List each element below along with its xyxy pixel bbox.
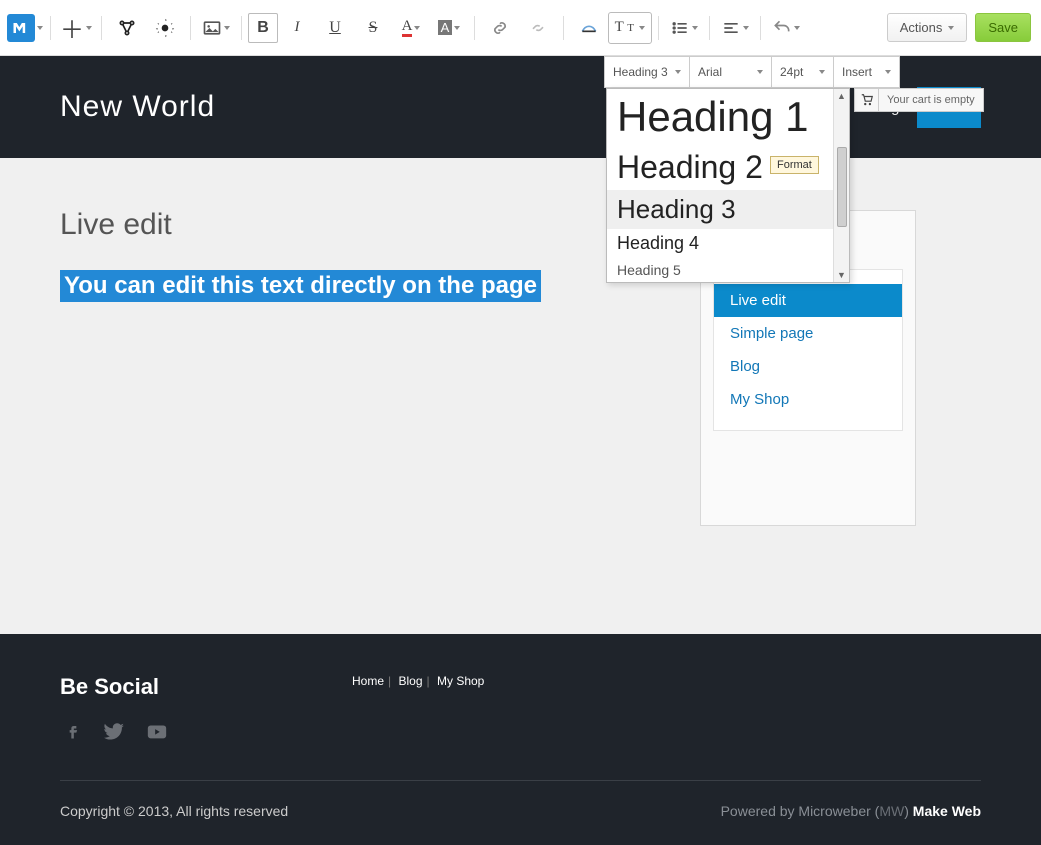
separator [241, 16, 242, 40]
footer-row: Copyright © 2013, All rights reserved Po… [60, 803, 981, 819]
modules-button[interactable] [108, 9, 146, 47]
scroll-down-icon[interactable]: ▼ [837, 270, 846, 280]
image-button[interactable] [197, 9, 235, 47]
chevron-down-icon [819, 70, 825, 74]
toolbar-right: Actions Save [887, 13, 1035, 42]
bold-button[interactable]: B [248, 13, 278, 43]
chevron-down-icon [794, 26, 800, 30]
cart-icon [855, 89, 879, 111]
scroll-thumb[interactable] [837, 147, 847, 227]
bg-color-button[interactable]: A [430, 9, 468, 47]
make-web-link[interactable]: Make Web [913, 803, 981, 819]
cart-widget[interactable]: Your cart is empty [854, 88, 984, 112]
link-button[interactable] [481, 9, 519, 47]
separator [474, 16, 475, 40]
footer-divider [60, 780, 981, 781]
format-subbar: Heading 3 Arial 24pt Insert [604, 56, 900, 88]
chevron-down-icon [86, 26, 92, 30]
sidebar-menu: Live edit Simple page Blog My Shop [713, 269, 903, 431]
panel-scrollbar[interactable]: ▲ ▼ [833, 89, 849, 282]
separator [50, 16, 51, 40]
paragraph-format-select[interactable]: Heading 3 [604, 56, 690, 88]
insert-value: Insert [842, 65, 872, 79]
microweber-logo-icon [7, 14, 35, 42]
format-option-h5[interactable]: Heading 5 [607, 258, 849, 282]
separator [101, 16, 102, 40]
actions-button[interactable]: Actions [887, 13, 968, 42]
separator [563, 16, 564, 40]
add-button[interactable]: ＋ [57, 9, 95, 47]
footer-breadcrumbs: Home| Blog| My Shop [352, 674, 484, 688]
chevron-down-icon [692, 26, 698, 30]
editable-text-selection[interactable]: You can edit this text directly on the p… [60, 270, 541, 302]
align-button[interactable] [716, 9, 754, 47]
save-button[interactable]: Save [975, 13, 1031, 42]
chevron-down-icon [414, 26, 420, 30]
chevron-down-icon [885, 70, 891, 74]
chevron-down-icon [743, 26, 749, 30]
settings-button[interactable] [146, 9, 184, 47]
format-option-h4[interactable]: Heading 4 [607, 229, 849, 258]
italic-button[interactable]: I [278, 9, 316, 47]
list-button[interactable] [665, 9, 703, 47]
logo-button[interactable] [6, 9, 44, 47]
separator [658, 16, 659, 40]
crumb-blog[interactable]: Blog [398, 674, 422, 688]
chevron-down-icon [639, 26, 645, 30]
powered-prefix: Powered by Microweber ( [721, 803, 880, 819]
sidebar-item-shop[interactable]: My Shop [714, 383, 902, 416]
site-footer: Be Social Home| Blog| My Shop Copyright … [0, 634, 1041, 845]
twitter-icon[interactable] [102, 718, 128, 744]
chevron-down-icon [454, 26, 460, 30]
format-option-h1[interactable]: Heading 1 [607, 89, 849, 145]
social-icons [60, 718, 981, 744]
youtube-icon[interactable] [144, 718, 170, 744]
social-title: Be Social [60, 674, 981, 700]
separator [760, 16, 761, 40]
editor-toolbar: ＋ B I U S A A TT [0, 0, 1041, 56]
underline-button[interactable]: U [316, 9, 354, 47]
copyright-text: Copyright © 2013, All rights reserved [60, 803, 288, 819]
powered-by: Powered by Microweber (MW) Make Web [721, 803, 981, 819]
insert-select[interactable]: Insert [834, 56, 900, 88]
facebook-icon[interactable] [60, 718, 86, 744]
crumb-shop[interactable]: My Shop [437, 674, 484, 688]
sidebar-item-live-edit[interactable]: Live edit [714, 284, 902, 317]
cart-text: Your cart is empty [879, 94, 983, 106]
format-value: Heading 3 [613, 65, 668, 79]
chevron-down-icon [948, 26, 954, 30]
text-color-button[interactable]: A [392, 9, 430, 47]
chevron-down-icon [37, 26, 43, 30]
unlink-button[interactable] [519, 9, 557, 47]
font-size-select[interactable]: 24pt [772, 56, 834, 88]
size-value: 24pt [780, 65, 803, 79]
strike-button[interactable]: S [354, 9, 392, 47]
format-dropdown-button[interactable]: TT [608, 12, 652, 44]
powered-mw: MW [879, 803, 904, 819]
format-options-panel: Heading 1 Heading 2 Heading 3 Heading 4 … [606, 88, 850, 283]
crumb-home[interactable]: Home [352, 674, 384, 688]
font-value: Arial [698, 65, 722, 79]
chevron-down-icon [757, 70, 763, 74]
format-tooltip: Format [770, 156, 819, 174]
actions-label: Actions [900, 20, 943, 35]
separator [190, 16, 191, 40]
clear-format-button[interactable] [570, 9, 608, 47]
chevron-down-icon [224, 26, 230, 30]
font-family-select[interactable]: Arial [690, 56, 772, 88]
chevron-down-icon [675, 70, 681, 74]
sidebar-item-simple-page[interactable]: Simple page [714, 317, 902, 350]
sidebar-item-blog[interactable]: Blog [714, 350, 902, 383]
site-title: New World [60, 90, 215, 124]
format-option-h3[interactable]: Heading 3 [607, 190, 849, 229]
separator [709, 16, 710, 40]
save-label: Save [988, 20, 1018, 35]
scroll-up-icon[interactable]: ▲ [837, 91, 846, 101]
powered-suffix: ) [904, 803, 913, 819]
undo-button[interactable] [767, 9, 805, 47]
